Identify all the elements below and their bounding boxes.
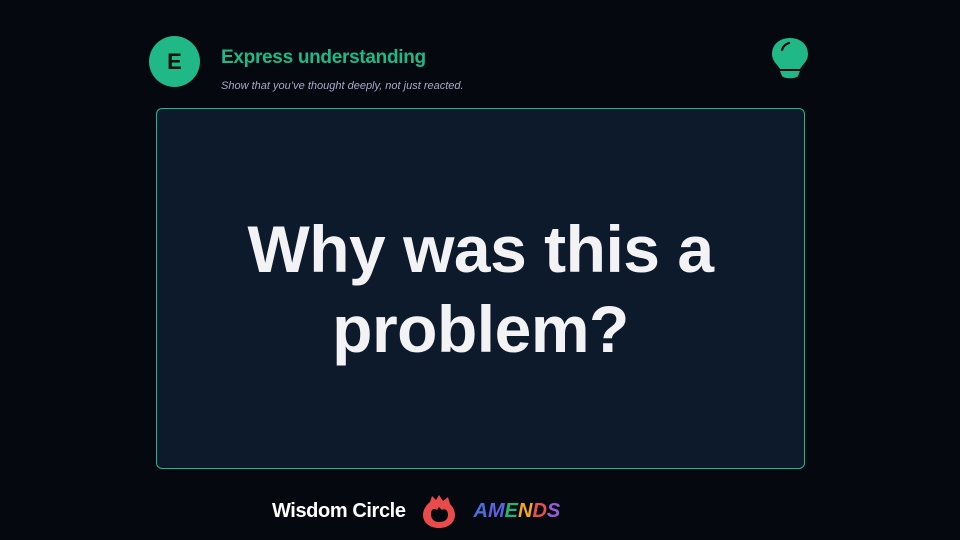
amends-letter: A bbox=[473, 499, 488, 522]
section-title: Express understanding bbox=[221, 47, 426, 68]
amends-logo: AMENDS bbox=[474, 500, 561, 523]
section-subtitle: Show that you’ve thought deeply, not jus… bbox=[221, 80, 464, 92]
footer: Wisdom Circle AMENDS bbox=[272, 492, 560, 530]
amends-letter: M bbox=[488, 499, 505, 522]
amends-letter: S bbox=[546, 499, 561, 522]
amends-letter: E bbox=[504, 499, 519, 522]
step-badge: E bbox=[149, 36, 200, 87]
amends-letter: N bbox=[518, 499, 533, 522]
question-card: Why was this a problem? bbox=[156, 108, 805, 469]
flame-logo-icon bbox=[422, 495, 455, 528]
brand-name: Wisdom Circle bbox=[272, 499, 406, 522]
amends-letter: D bbox=[532, 499, 547, 522]
lightbulb-icon bbox=[772, 38, 808, 79]
question-text: Why was this a problem? bbox=[247, 211, 714, 366]
badge-letter: E bbox=[167, 48, 182, 74]
